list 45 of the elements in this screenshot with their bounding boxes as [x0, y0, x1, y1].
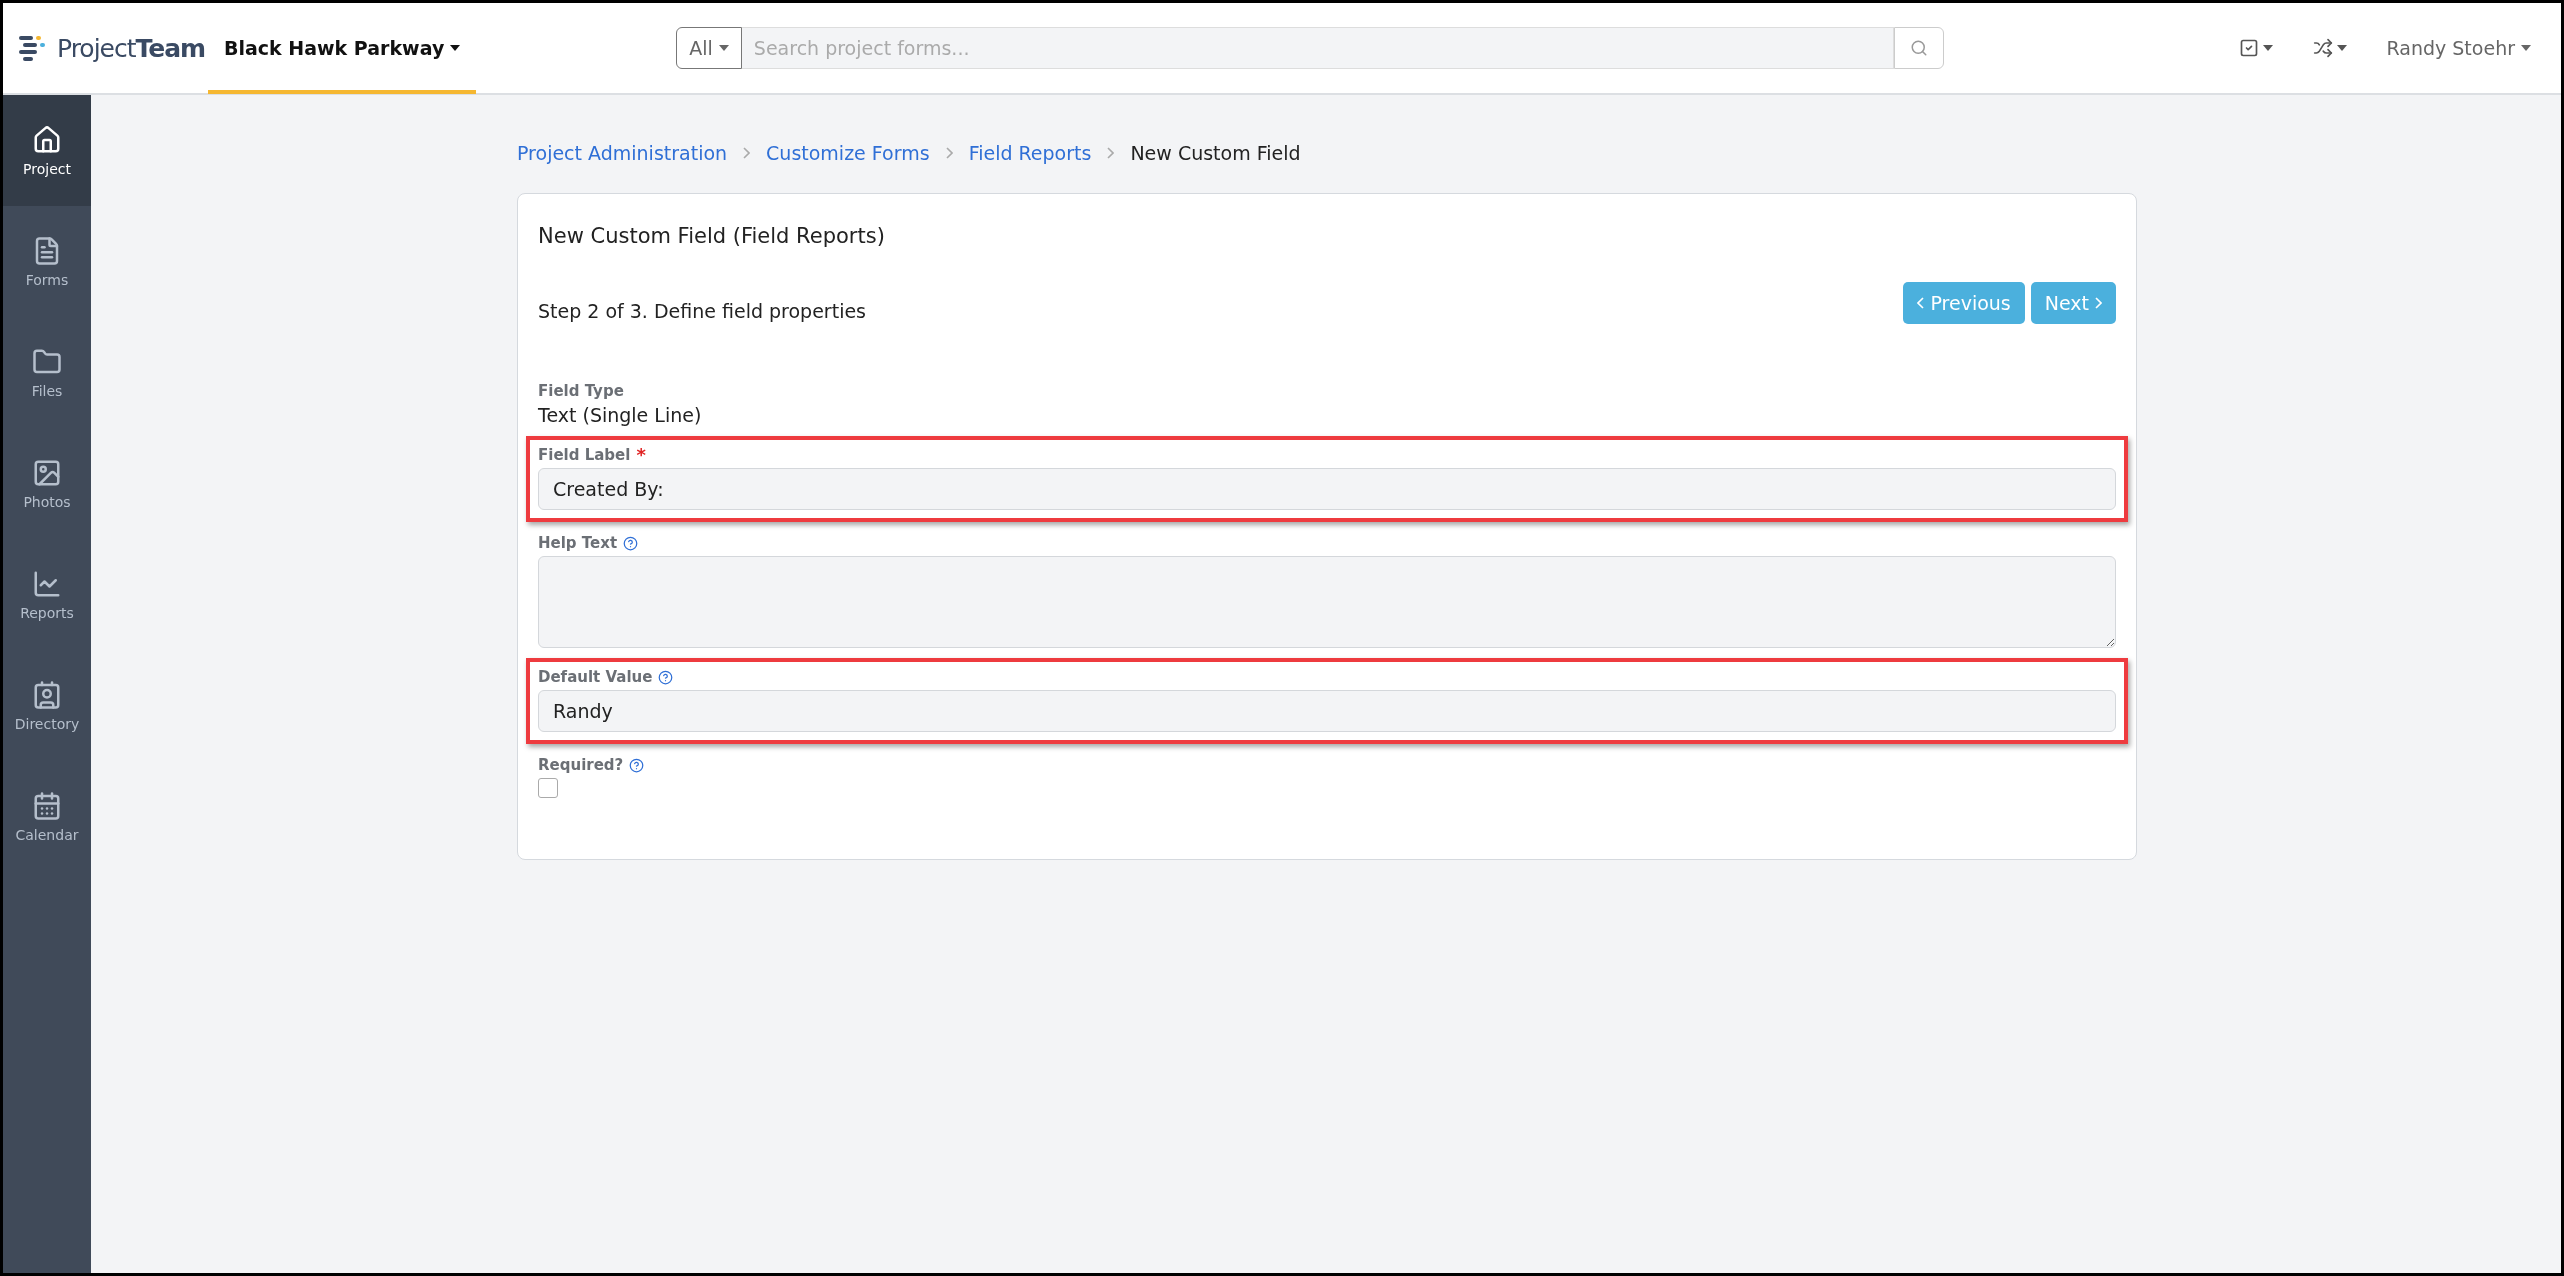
- sidebar-item[interactable]: Photos: [3, 428, 91, 539]
- user-menu[interactable]: Randy Stoehr: [2386, 37, 2531, 59]
- search-scope-dropdown[interactable]: All: [676, 27, 742, 69]
- chevron-left-icon: [1917, 297, 1925, 309]
- sidebar-item[interactable]: Forms: [3, 206, 91, 317]
- step-text: Step 2 of 3. Define field properties: [538, 299, 866, 322]
- sidebar-item[interactable]: Project: [3, 95, 91, 206]
- tasks-menu-button[interactable]: [2238, 38, 2273, 58]
- help-icon[interactable]: [629, 757, 645, 773]
- card-title: New Custom Field (Field Reports): [538, 224, 886, 248]
- search-field[interactable]: Search project forms...: [741, 27, 1895, 69]
- field-label: Field Type: [538, 382, 624, 400]
- logo-text: ProjectTeam: [57, 33, 206, 63]
- next-button[interactable]: Next: [2030, 282, 2116, 324]
- home-icon: [32, 124, 62, 155]
- field-value: Text (Single Line): [538, 404, 703, 426]
- chevron-icon: [945, 147, 953, 159]
- contact-card-icon: [32, 679, 62, 710]
- help-icon[interactable]: [623, 535, 639, 551]
- chevron-icon: [743, 147, 751, 159]
- chevron-icon: [1107, 147, 1115, 159]
- sidebar-item[interactable]: Directory: [3, 650, 91, 761]
- textarea-field[interactable]: [538, 556, 2116, 648]
- shuffle-menu-button[interactable]: [2312, 38, 2347, 58]
- checkbox[interactable]: [538, 778, 558, 798]
- breadcrumb-link[interactable]: Project Administration: [517, 142, 728, 164]
- breadcrumb-link[interactable]: Field Reports: [968, 142, 1092, 164]
- field-label: Default Value: [538, 668, 653, 686]
- sidebar-item[interactable]: Calendar: [3, 761, 91, 872]
- field-label: Help Text: [538, 534, 618, 552]
- sidebar-item[interactable]: Reports: [3, 539, 91, 650]
- project-selector[interactable]: Black Hawk Parkway: [208, 3, 477, 94]
- chevron-right-icon: [2095, 297, 2102, 309]
- search-icon: [1910, 39, 1929, 57]
- field-label: Field Label: [538, 446, 631, 464]
- sidebar-item[interactable]: Files: [3, 317, 91, 428]
- breadcrumb-link[interactable]: Customize Forms: [766, 142, 930, 164]
- text-input-field[interactable]: Created By:: [538, 468, 2116, 510]
- previous-button[interactable]: Previous: [1903, 282, 2025, 324]
- text-input-field[interactable]: Randy: [538, 690, 2116, 732]
- field-label: Required?: [538, 756, 624, 774]
- help-icon[interactable]: [658, 669, 674, 685]
- required-asterisk: *: [636, 446, 646, 464]
- calendar-icon: [32, 790, 62, 821]
- breadcrumb-current: New Custom Field: [1130, 142, 1301, 164]
